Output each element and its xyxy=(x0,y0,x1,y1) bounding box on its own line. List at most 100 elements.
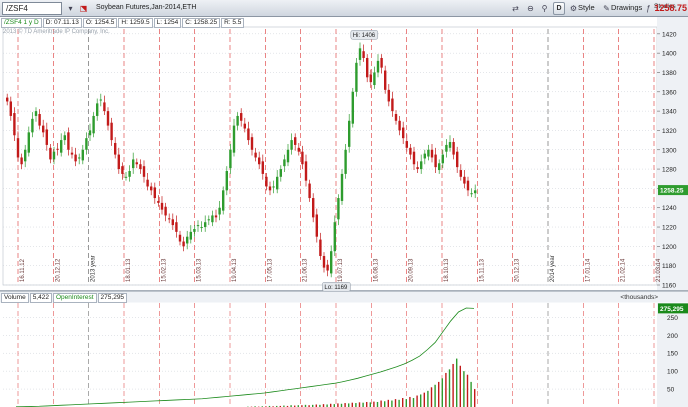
style-button[interactable]: Style xyxy=(578,3,595,12)
volume-bar xyxy=(380,400,382,407)
price-tick-label: 1200 xyxy=(662,244,677,251)
volume-bar xyxy=(398,399,400,407)
candlestick xyxy=(175,222,178,232)
last-price: 1258.75 xyxy=(654,3,687,13)
candlestick xyxy=(351,91,354,124)
candlestick xyxy=(160,202,164,210)
volume-bar xyxy=(466,374,469,407)
candlestick xyxy=(326,264,329,271)
volume-bar xyxy=(405,399,407,407)
volume-bar xyxy=(376,401,379,407)
candlestick xyxy=(196,225,200,227)
candlestick xyxy=(387,89,390,102)
candlestick xyxy=(135,162,138,165)
candlestick xyxy=(13,113,16,136)
candlestick xyxy=(110,122,113,141)
candlestick xyxy=(405,141,408,148)
price-chart[interactable]: 1420140013801360134013201300128012601240… xyxy=(0,17,688,407)
volume-bar xyxy=(420,394,422,407)
period-label[interactable]: /ZSF4 1 y D xyxy=(1,18,42,28)
drawings-button[interactable]: Drawings xyxy=(611,3,642,12)
volume-bar xyxy=(459,365,461,407)
volume-tick-label: 150 xyxy=(667,351,678,358)
candlestick xyxy=(358,48,362,60)
candlestick xyxy=(308,183,311,199)
candlestick xyxy=(384,70,387,90)
candlestick xyxy=(319,239,322,257)
candlestick xyxy=(225,171,228,191)
date-field: D: 07.11.13 xyxy=(42,18,82,28)
volume-units-label: <thousands> xyxy=(620,294,658,301)
candlestick xyxy=(304,161,308,181)
candlestick xyxy=(456,151,459,168)
candlestick xyxy=(420,161,423,170)
volume-label[interactable]: Volume xyxy=(1,293,29,303)
price-tick-label: 1420 xyxy=(662,31,677,38)
candlestick xyxy=(157,200,160,203)
candlestick xyxy=(153,187,156,199)
candlestick xyxy=(344,149,347,174)
volume-tick-label: 200 xyxy=(667,333,678,340)
volume-bar xyxy=(344,403,346,407)
candlestick xyxy=(207,219,210,221)
price-tick-label: 1320 xyxy=(662,128,677,135)
candlestick xyxy=(34,111,38,116)
magnifier-icon[interactable]: ⚲ xyxy=(538,2,551,15)
candlestick xyxy=(250,137,254,150)
candlestick xyxy=(290,140,293,150)
candlestick xyxy=(178,234,182,242)
candlestick xyxy=(441,154,444,164)
high-callout: Hi: 1406 xyxy=(353,33,376,39)
candlestick xyxy=(67,132,70,150)
candlestick xyxy=(214,215,218,218)
open-interest-label[interactable]: OpenInterest xyxy=(52,293,97,303)
date-label: 19.04.13 xyxy=(232,258,238,282)
candlestick xyxy=(38,114,41,126)
candlestick xyxy=(20,157,23,165)
symbol-input[interactable]: /ZSF4 xyxy=(2,2,62,15)
volume-bar xyxy=(348,403,350,407)
symbol-lookup-icon[interactable]: ⬔ xyxy=(77,2,90,15)
candlestick xyxy=(45,129,48,145)
candlestick xyxy=(204,222,207,228)
date-label: 21.06.13 xyxy=(303,258,309,282)
date-label: 18.01.13 xyxy=(126,258,132,282)
arrows-icon[interactable]: ⇄ xyxy=(509,2,522,15)
chart-area[interactable]: 1420140013801360134013201300128012601240… xyxy=(0,17,688,407)
candlestick xyxy=(222,190,225,211)
volume-bar xyxy=(474,389,476,407)
candlestick xyxy=(412,151,416,165)
candlestick xyxy=(168,218,171,220)
timeframe-button[interactable]: D xyxy=(553,2,565,15)
price-tick-label: 1380 xyxy=(662,70,677,77)
candlestick xyxy=(398,120,401,131)
volume-bar xyxy=(387,399,389,407)
candlestick xyxy=(103,102,106,112)
candlestick xyxy=(261,161,264,174)
candlestick xyxy=(70,152,74,155)
volume-value: 5,422 xyxy=(29,293,52,303)
candlestick xyxy=(146,179,149,187)
candlestick xyxy=(438,163,441,171)
candlestick xyxy=(85,138,88,150)
volume-tick-label: 100 xyxy=(667,369,678,376)
zoom-out-icon[interactable]: ⊖ xyxy=(524,2,537,15)
date-label: 15.11.13 xyxy=(479,258,485,282)
candlestick xyxy=(272,186,275,188)
candlestick xyxy=(56,148,59,150)
candlestick xyxy=(348,120,351,147)
symbol-dropdown-icon[interactable]: ▾ xyxy=(64,2,77,15)
candlestick xyxy=(240,113,243,121)
candlestick xyxy=(286,149,290,163)
candlestick xyxy=(31,118,34,133)
candlestick xyxy=(416,167,419,170)
candlestick xyxy=(92,115,95,134)
candlestick xyxy=(128,171,131,177)
candlestick xyxy=(297,147,300,152)
candlestick xyxy=(232,125,236,153)
oi-marker: 275,295 xyxy=(660,306,684,313)
volume-bar xyxy=(430,387,433,407)
candlestick xyxy=(88,130,92,136)
volume-bar xyxy=(384,401,386,407)
volume-bar xyxy=(456,358,458,407)
